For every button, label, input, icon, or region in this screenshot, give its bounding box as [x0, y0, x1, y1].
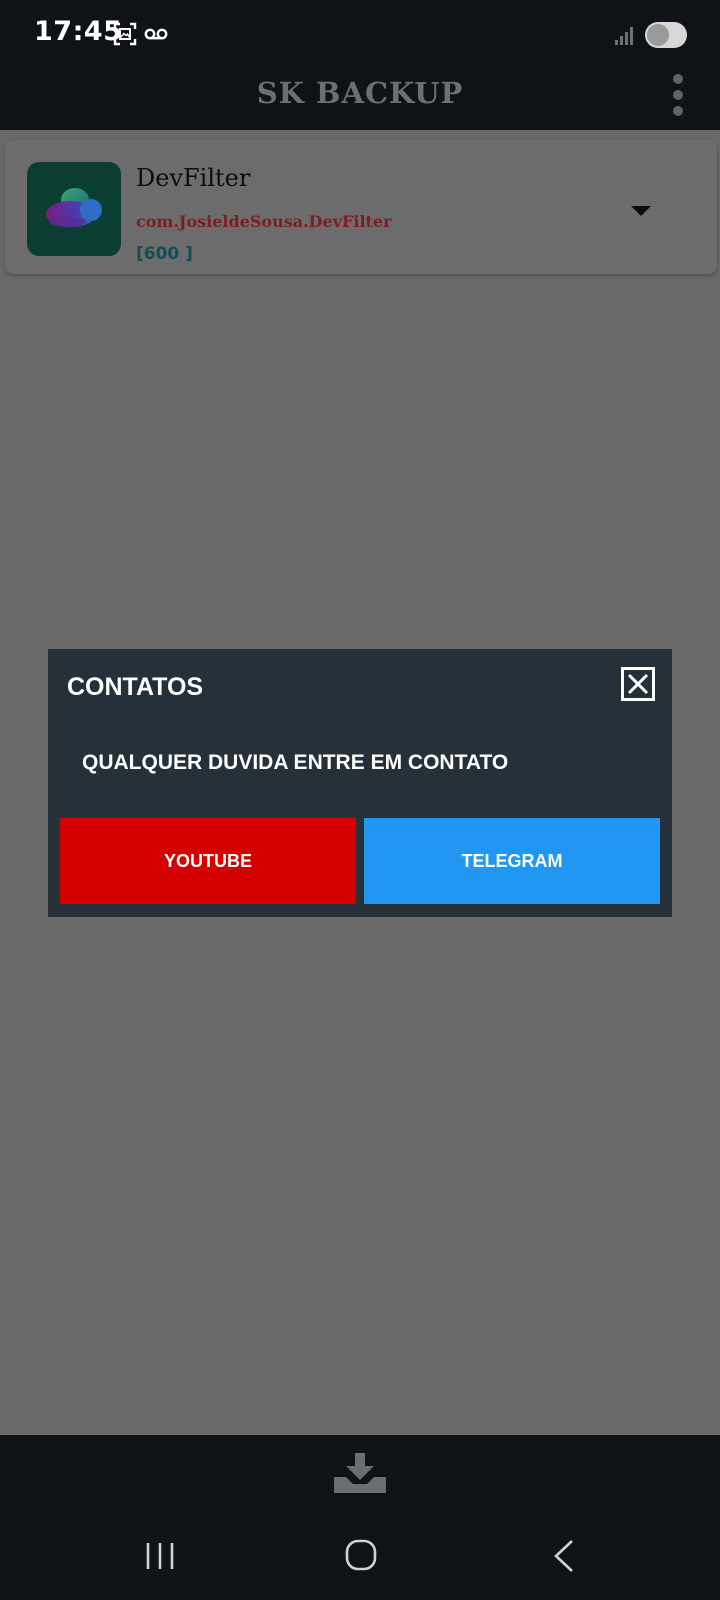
- close-icon[interactable]: [621, 667, 655, 701]
- dialog-message: QUALQUER DUVIDA ENTRE EM CONTATO: [82, 751, 509, 774]
- app-version: [600 ]: [136, 244, 193, 264]
- app-package-name: com.JosieldeSousa.DevFilter: [136, 212, 392, 231]
- home-icon[interactable]: [337, 1535, 387, 1579]
- dialog-title: CONTATOS: [67, 673, 204, 701]
- voicemail-icon: [144, 26, 168, 42]
- back-icon[interactable]: [540, 1535, 590, 1579]
- status-time: 17:45: [34, 16, 123, 47]
- contacts-dialog: CONTATOS QUALQUER DUVIDA ENTRE EM CONTAT…: [48, 649, 672, 917]
- dropdown-arrow-icon[interactable]: [631, 206, 651, 216]
- app-name: DevFilter: [136, 164, 251, 192]
- devfilter-app-icon: [27, 162, 121, 256]
- app-list-item[interactable]: DevFilter com.JosieldeSousa.DevFilter [6…: [5, 140, 717, 274]
- download-icon[interactable]: [331, 1451, 389, 1495]
- app-title: SK BACKUP: [256, 76, 464, 110]
- battery-icon: [644, 21, 688, 49]
- more-vert-icon[interactable]: [666, 74, 690, 118]
- telegram-button[interactable]: TELEGRAM: [364, 818, 660, 904]
- signal-icon: [614, 26, 636, 46]
- screen: 17:45 SK BACKUP DevFilter com.JosieldeSo…: [0, 0, 720, 1600]
- youtube-button[interactable]: YOUTUBE: [60, 818, 356, 904]
- status-bar: 17:45: [0, 0, 720, 68]
- screenshot-icon: [113, 22, 137, 46]
- app-bar: SK BACKUP: [0, 68, 720, 130]
- bottom-bar: [0, 1435, 720, 1515]
- navigation-bar: [0, 1515, 720, 1600]
- recents-icon[interactable]: [136, 1535, 186, 1579]
